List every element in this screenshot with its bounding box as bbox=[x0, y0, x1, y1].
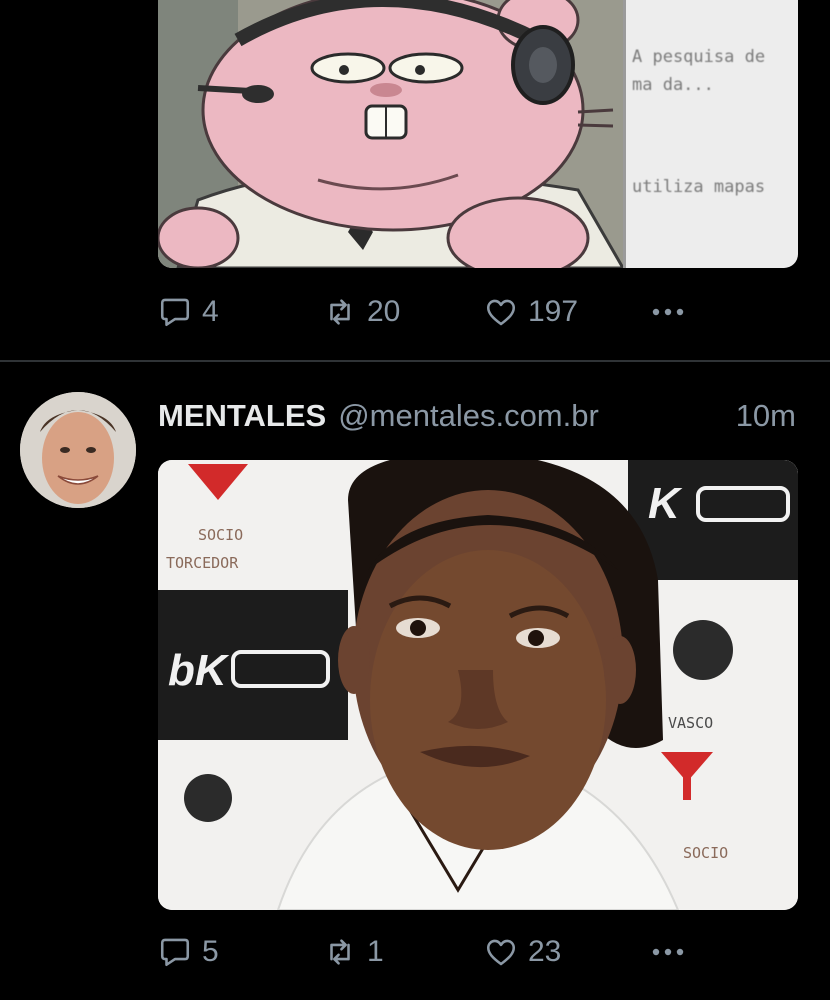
like-icon bbox=[486, 299, 516, 326]
tweet-actions: 4 20 197 bbox=[158, 292, 718, 332]
press-conference-photo: bK K SOCIO TORCEDOR VASCO SOCIO bbox=[158, 460, 798, 910]
reply-count: 5 bbox=[202, 935, 219, 968]
like-count: 197 bbox=[528, 295, 579, 328]
timeline: A pesquisa de ma da... utiliza mapas 4 2… bbox=[0, 0, 830, 1000]
reply-button[interactable]: 4 bbox=[158, 292, 219, 332]
retweet-count: 20 bbox=[367, 295, 401, 328]
avatar-photo bbox=[20, 392, 136, 508]
svg-text:K: K bbox=[648, 479, 683, 528]
cartoon-image-panel bbox=[158, 0, 623, 268]
tweet-header: MENTALES @mentales.com.br 10m bbox=[158, 394, 798, 438]
retweet-icon bbox=[330, 299, 350, 325]
svg-text:bK: bK bbox=[168, 646, 230, 695]
like-button[interactable]: 197 bbox=[484, 292, 578, 332]
retweet-button[interactable]: 1 bbox=[323, 932, 384, 972]
retweet-icon bbox=[330, 939, 350, 965]
retweet-button[interactable]: 20 bbox=[323, 292, 400, 332]
image-text-line: ma da... bbox=[632, 75, 714, 95]
banner-text: SOCIO bbox=[198, 526, 243, 544]
tweet-actions: 5 1 23 bbox=[158, 932, 718, 972]
display-name[interactable]: MENTALES bbox=[158, 398, 326, 434]
reply-icon bbox=[160, 938, 190, 967]
like-button[interactable]: 23 bbox=[484, 932, 561, 972]
reply-button[interactable]: 5 bbox=[158, 932, 219, 972]
image-text-line: A pesquisa de bbox=[632, 47, 766, 67]
reply-count: 4 bbox=[202, 295, 219, 328]
banner-text: VASCO bbox=[668, 714, 713, 732]
timestamp[interactable]: 10m bbox=[736, 398, 796, 434]
retweet-count: 1 bbox=[367, 935, 384, 968]
image-text-line: utiliza mapas bbox=[632, 177, 766, 197]
like-icon bbox=[486, 939, 516, 966]
reply-icon bbox=[160, 298, 190, 327]
more-icon bbox=[652, 308, 684, 316]
more-button[interactable] bbox=[648, 292, 688, 332]
more-icon bbox=[652, 948, 684, 956]
tweet-separator bbox=[0, 360, 830, 362]
banner-text: TORCEDOR bbox=[166, 554, 239, 572]
like-count: 23 bbox=[528, 935, 562, 968]
cartoon-character-illustration bbox=[158, 0, 623, 268]
tweet-media-image[interactable]: A pesquisa de ma da... utiliza mapas bbox=[158, 0, 798, 268]
tweet-media-image[interactable]: bK K SOCIO TORCEDOR VASCO SOCIO bbox=[158, 460, 798, 910]
banner-text: SOCIO bbox=[683, 844, 728, 862]
more-button[interactable] bbox=[648, 932, 688, 972]
text-image-panel: A pesquisa de ma da... utiliza mapas bbox=[626, 0, 798, 268]
avatar[interactable] bbox=[20, 392, 136, 508]
user-handle[interactable]: @mentales.com.br bbox=[338, 398, 599, 434]
